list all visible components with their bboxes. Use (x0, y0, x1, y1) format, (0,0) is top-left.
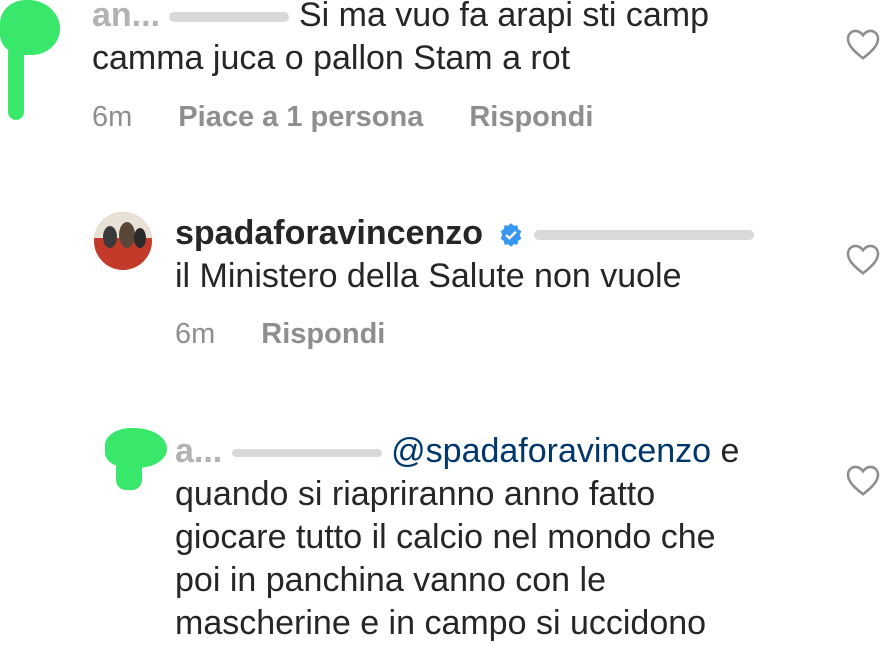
heart-outline-icon[interactable] (845, 27, 881, 61)
comment-text-line-2: giocare tutto il calcio nel mondo che (175, 518, 716, 556)
comment-username[interactable]: a... (175, 432, 222, 470)
comment-time: 6m (175, 318, 216, 350)
redaction-mark (8, 45, 24, 120)
mention-link[interactable]: @spadaforavincenzo (391, 432, 711, 470)
comment-text-after-mention: e (711, 432, 740, 470)
comment-likes[interactable]: Piace a 1 persona (178, 101, 423, 134)
reply-button[interactable]: Rispondi (469, 101, 593, 134)
comment-text: a... @spadaforavincenzo e quando si riap… (175, 430, 845, 645)
comment-text-line-1: Si ma vuo fa arapi sti camp (298, 0, 709, 34)
comment-text-line-1: quando si riapriranno anno fatto (175, 475, 656, 513)
comment-text: an... Si ma vuo fa arapi sti camp camma … (92, 0, 792, 80)
heart-outline-icon[interactable] (845, 463, 881, 497)
heart-outline-icon[interactable] (845, 242, 881, 276)
comment-username[interactable]: an... (92, 0, 160, 34)
redacted-username-part (231, 449, 382, 458)
redacted-text (533, 230, 754, 241)
comment-time: 6m (92, 101, 133, 133)
comment-text-line-4: mascherine e in campo si uccidono (175, 604, 707, 642)
avatar[interactable] (94, 212, 152, 270)
comment-text-line-3: poi in panchina vanno con le (175, 561, 606, 599)
reply-button[interactable]: Rispondi (261, 318, 385, 351)
redaction-mark (116, 458, 142, 490)
comment-text: spadaforavincenzo il Ministero della Sal… (175, 212, 855, 298)
comment-3: a... @spadaforavincenzo e quando si riap… (0, 420, 887, 648)
redacted-username-part (169, 12, 290, 23)
comment-username[interactable]: spadaforavincenzo (175, 214, 483, 252)
comment-1: an... Si ma vuo fa arapi sti camp camma … (0, 0, 887, 150)
comment-meta: 6m Rispondi (175, 318, 385, 351)
comment-meta: 6m Piace a 1 persona Rispondi (92, 101, 593, 134)
comment-text-line-2: camma juca o pallon Stam a rot (92, 39, 571, 77)
comment-2: spadaforavincenzo il Ministero della Sal… (0, 200, 887, 360)
comment-text-line-1: il Ministero della Salute non vuole (175, 257, 682, 295)
verified-badge-icon (501, 223, 522, 247)
